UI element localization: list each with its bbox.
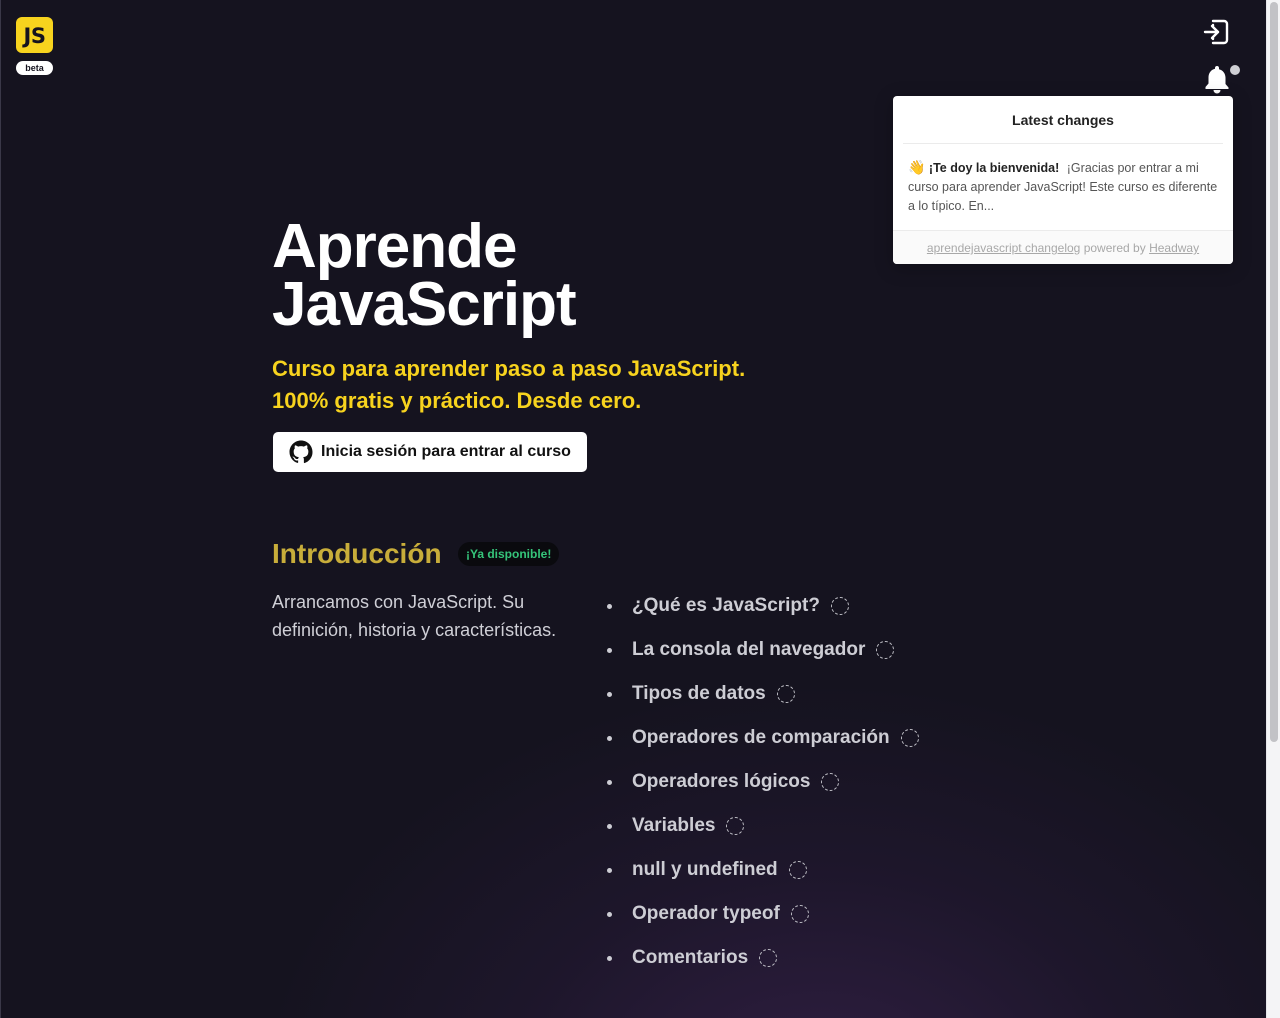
lesson-item[interactable]: Operadores de comparación — [607, 716, 919, 760]
lesson-label: Comentarios — [632, 947, 749, 968]
changelog-popup: Latest changes 👋 ¡Te doy la bienvenida! … — [893, 96, 1233, 264]
changelog-entry-title: ¡Te doy la bienvenida! — [928, 161, 1060, 175]
available-badge: ¡Ya disponible! — [458, 542, 560, 566]
bell-icon[interactable] — [1204, 64, 1230, 94]
lesson-label: null y undefined — [632, 859, 778, 880]
page-title: Aprende JavaScript — [272, 216, 792, 336]
vertical-scrollbar[interactable] — [1266, 0, 1280, 1018]
notification-dot — [1230, 65, 1240, 75]
bullet-icon — [607, 867, 612, 873]
dashed-circle-icon — [830, 597, 849, 615]
title-line-2: JavaScript — [272, 270, 577, 339]
changelog-footer: aprendejavascript changelog powered by H… — [893, 230, 1233, 264]
bullet-icon — [607, 779, 612, 785]
bullet-icon — [607, 735, 612, 741]
lesson-label: Operadores lógicos — [632, 771, 811, 792]
lesson-item[interactable]: Operador typeof — [607, 892, 919, 936]
lesson-item[interactable]: Tipos de datos — [607, 672, 919, 716]
dashed-circle-icon — [876, 641, 895, 659]
subtitle-line-1: Curso para aprender paso a paso JavaScri… — [272, 356, 746, 381]
dashed-circle-icon — [788, 861, 807, 879]
lesson-item[interactable]: Operadores lógicos — [607, 760, 919, 804]
lesson-label: Operadores de comparación — [632, 727, 890, 748]
lesson-label: ¿Qué es JavaScript? — [632, 595, 820, 616]
scrollbar-thumb[interactable] — [1270, 2, 1278, 742]
changelog-title: Latest changes — [903, 96, 1223, 144]
dashed-circle-icon — [726, 817, 745, 835]
lesson-label: Tipos de datos — [632, 683, 766, 704]
logo-mark: JS — [16, 17, 53, 53]
lesson-item[interactable]: Variables — [607, 804, 919, 848]
powered-by-text: powered by — [1083, 241, 1146, 255]
changelog-entry[interactable]: 👋 ¡Te doy la bienvenida! ¡Gracias por en… — [893, 144, 1233, 230]
dashed-circle-icon — [759, 949, 778, 967]
lesson-label: Operador typeof — [632, 903, 780, 924]
window-edge — [0, 0, 1, 1018]
site-logo[interactable]: JS beta — [16, 17, 53, 75]
login-icon[interactable] — [1202, 18, 1230, 46]
lesson-list: ¿Qué es JavaScript? La consola del naveg… — [607, 584, 919, 980]
dashed-circle-icon — [900, 729, 919, 747]
lesson-item[interactable]: Comentarios — [607, 936, 919, 980]
bullet-icon — [607, 603, 612, 609]
wave-emoji-icon: 👋 — [908, 159, 926, 175]
github-icon — [289, 440, 313, 464]
dashed-circle-icon — [790, 905, 809, 923]
changelog-link[interactable]: aprendejavascript changelog — [927, 241, 1080, 255]
dashed-circle-icon — [776, 685, 795, 703]
bullet-icon — [607, 647, 612, 653]
lesson-label: Variables — [632, 815, 716, 836]
bullet-icon — [607, 691, 612, 697]
beta-badge: beta — [16, 61, 53, 75]
bullet-icon — [607, 911, 612, 917]
section-description: Arrancamos con JavaScript. Su definición… — [272, 592, 557, 640]
headway-link[interactable]: Headway — [1149, 241, 1199, 255]
login-button-label: Inicia sesión para entrar al curso — [321, 443, 571, 460]
section-title: Introducción — [272, 538, 442, 569]
bullet-icon — [607, 823, 612, 829]
subtitle-line-2: 100% gratis y práctico. Desde cero. — [272, 388, 642, 413]
dashed-circle-icon — [821, 773, 840, 791]
lesson-label: La consola del navegador — [632, 639, 866, 660]
hero-subtitle: Curso para aprender paso a paso JavaScri… — [272, 353, 832, 417]
github-login-button[interactable]: Inicia sesión para entrar al curso — [273, 432, 587, 472]
lesson-item[interactable]: La consola del navegador — [607, 628, 919, 672]
lesson-item[interactable]: ¿Qué es JavaScript? — [607, 584, 919, 628]
lesson-item[interactable]: null y undefined — [607, 848, 919, 892]
bullet-icon — [607, 955, 612, 961]
